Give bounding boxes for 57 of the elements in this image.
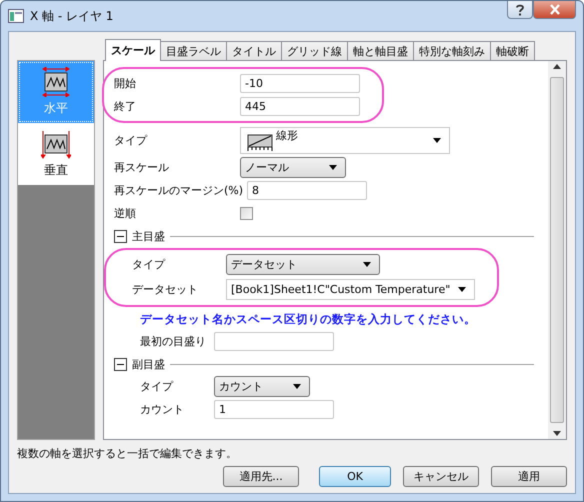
dialog-button[interactable]: OK [319, 466, 391, 487]
field-label: 最初の目盛り [139, 334, 207, 349]
scrollbar[interactable] [548, 61, 566, 439]
dropdown[interactable]: カウント [214, 376, 310, 397]
scroll-up-arrow-icon[interactable] [553, 64, 561, 69]
tab[interactable]: タイトル [226, 41, 282, 60]
tab[interactable]: 目盛ラベル [160, 41, 227, 60]
dialog-button[interactable]: キャンセル [403, 466, 479, 487]
text-field[interactable]: 445 [240, 97, 360, 116]
checkbox[interactable] [240, 207, 253, 220]
dialog-button[interactable]: 適用先... [223, 466, 299, 487]
axis-list-item[interactable]: 垂直 [18, 123, 94, 185]
question-mark-icon [515, 4, 525, 16]
horizontal-axis-icon [41, 67, 71, 97]
close-button[interactable] [533, 1, 576, 19]
text-field[interactable]: 1 [214, 400, 334, 419]
help-button[interactable] [507, 1, 533, 19]
tab[interactable]: 特別な軸刻み [413, 41, 491, 60]
field-label: タイプ [114, 133, 148, 148]
text-field[interactable]: -10 [240, 74, 360, 93]
dataset-combo[interactable]: [Book1]Sheet1!C"Custom Temperature" [226, 278, 476, 300]
window-icon [8, 9, 24, 23]
dropdown-arrow-icon [363, 262, 371, 267]
field-label: 再スケールのマージン(%) [114, 183, 244, 198]
section-title: 副目盛 [132, 356, 165, 372]
tab[interactable]: スケール [105, 39, 161, 61]
close-icon [548, 4, 560, 15]
field-label: 再スケール [114, 160, 170, 175]
dropdown-arrow-icon [293, 384, 301, 389]
field-label: 終了 [114, 99, 137, 114]
dropdown-arrow-icon [433, 138, 441, 143]
dialog-button[interactable]: 適用 [491, 466, 567, 487]
text-field[interactable] [214, 332, 334, 351]
vertical-axis-icon [41, 129, 71, 159]
scroll-down-arrow-icon[interactable] [553, 431, 561, 436]
linear-scale-icon [245, 134, 273, 152]
field-label: タイプ [131, 257, 166, 272]
collapse-icon[interactable] [114, 230, 127, 242]
dropdown[interactable]: データセット [226, 254, 380, 275]
tab[interactable]: 軸破断 [490, 41, 535, 60]
window-title: X 軸 - レイヤ 1 [30, 8, 114, 24]
field-label: カウント [139, 402, 185, 417]
field-label: 開始 [114, 76, 137, 91]
collapse-icon[interactable] [114, 358, 127, 370]
status-hint: 複数の軸を選択すると一括で編集できます。 [17, 446, 237, 461]
dropdown-arrow-icon [458, 286, 466, 292]
tab[interactable]: グリッド線 [281, 41, 348, 60]
dropdown-arrow-icon [329, 165, 337, 170]
scale-type-dropdown[interactable]: 線形 [240, 127, 450, 154]
field-label: タイプ [139, 379, 174, 394]
dropdown[interactable]: ノーマル [240, 157, 346, 178]
text-field[interactable]: 8 [247, 181, 368, 200]
field-label: 逆順 [114, 206, 137, 221]
section-title: 主目盛 [132, 228, 165, 244]
hint-text: データセット名かスペース区切りの数字を入力してください。 [140, 311, 476, 328]
field-label: データセット [131, 282, 199, 296]
tab[interactable]: 軸と軸目盛 [347, 41, 414, 60]
